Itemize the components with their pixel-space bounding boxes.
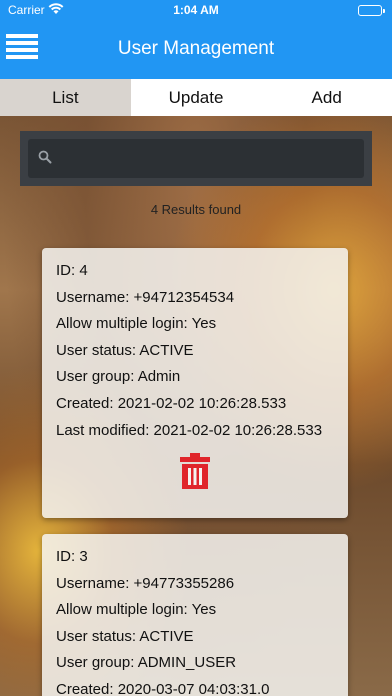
user-last-modified: Last modified: 2021-02-02 10:26:28.533	[56, 421, 323, 439]
user-id: ID: 4	[56, 262, 88, 279]
user-multiple-login: Allow multiple login: Yes	[56, 601, 217, 619]
user-status: User status: ACTIVE	[56, 341, 194, 359]
tab-list[interactable]: List	[0, 79, 131, 116]
user-card[interactable]: ID: 4 Username: +94712354534 Allow multi…	[42, 248, 348, 518]
results-count: 4 Results found	[150, 202, 242, 217]
trash-icon[interactable]	[180, 453, 210, 489]
tab-update[interactable]: Update	[131, 79, 262, 116]
user-username: Username: +94712354534	[56, 288, 235, 306]
user-id: ID: 3	[56, 548, 88, 565]
user-group: User group: Admin	[56, 368, 181, 386]
nav-bar: User Management	[0, 20, 392, 79]
user-multiple-login: Allow multiple login: Yes	[56, 315, 217, 333]
search-icon	[38, 150, 52, 164]
status-time: 1:04 AM	[173, 3, 219, 17]
search-bar	[20, 131, 372, 186]
battery-icon	[358, 5, 385, 16]
user-created: Created: 2020-03-07 04:03:31.0	[56, 680, 270, 696]
search-input[interactable]	[28, 139, 364, 178]
user-group: User group: ADMIN_USER	[56, 654, 237, 672]
status-bar: Carrier 1:04 AM	[0, 0, 392, 20]
user-status: User status: ACTIVE	[56, 627, 194, 645]
user-created: Created: 2021-02-02 10:26:28.533	[56, 394, 287, 412]
tab-bar: List Update Add	[0, 79, 392, 116]
tab-add[interactable]: Add	[261, 79, 392, 116]
user-username: Username: +94773355286	[56, 574, 235, 592]
user-card[interactable]: ID: 3 Username: +94773355286 Allow multi…	[42, 534, 348, 696]
page-title: User Management	[117, 38, 275, 59]
